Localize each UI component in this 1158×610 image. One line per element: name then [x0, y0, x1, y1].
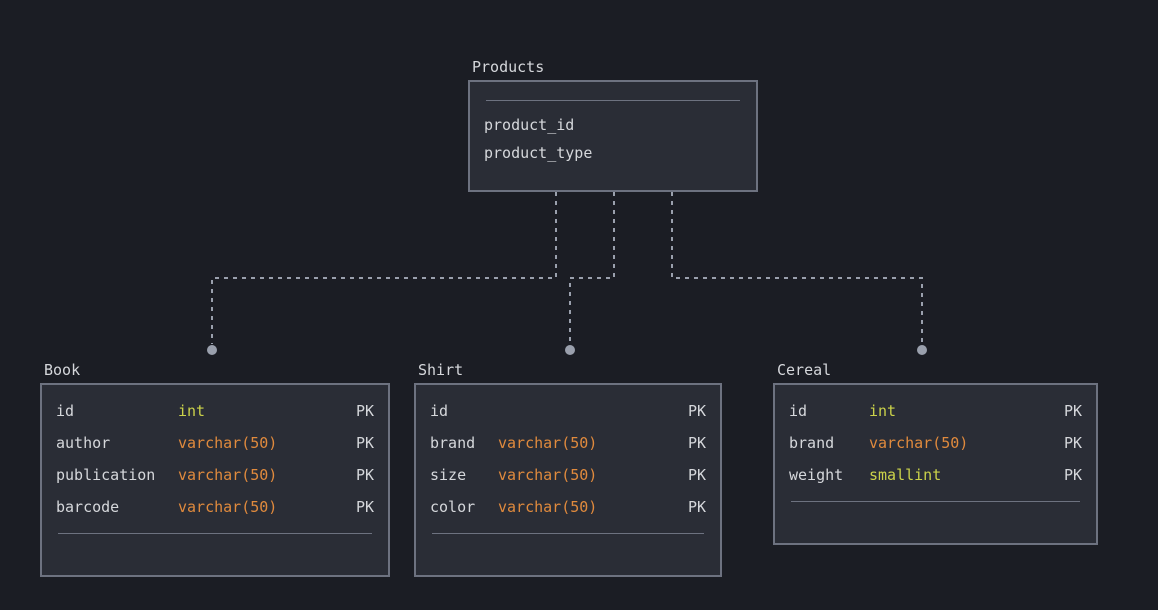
column-name: id [430, 395, 498, 427]
column-type: varchar(50) [178, 427, 356, 459]
table-row: author varchar(50) PK [56, 427, 374, 459]
column-key: PK [1064, 427, 1082, 459]
entity-title-book: Book [44, 361, 80, 379]
column-name: author [56, 427, 178, 459]
column-type: varchar(50) [178, 491, 356, 523]
column-name: brand [789, 427, 869, 459]
table-row: barcode varchar(50) PK [56, 491, 374, 523]
column-key: PK [356, 395, 374, 427]
column-name: id [789, 395, 869, 427]
column-name: product_id [484, 111, 584, 139]
column-key: PK [688, 459, 706, 491]
table-row: publication varchar(50) PK [56, 459, 374, 491]
connector-endpoint-book [207, 345, 217, 355]
column-name: product_type [484, 139, 602, 167]
table-row: id int PK [789, 395, 1082, 427]
column-key: PK [688, 491, 706, 523]
column-name: brand [430, 427, 498, 459]
entity-products: product_id product_type [468, 80, 758, 192]
table-row: product_type [484, 139, 742, 167]
divider [486, 100, 740, 101]
table-row: weight smallint PK [789, 459, 1082, 491]
column-type: varchar(50) [498, 427, 688, 459]
entity-title-products: Products [472, 58, 544, 76]
column-type: int [178, 395, 356, 427]
column-type: smallint [869, 459, 1064, 491]
entity-cereal: id int PK brand varchar(50) PK weight sm… [773, 383, 1098, 545]
table-row: color varchar(50) PK [430, 491, 706, 523]
column-key: PK [356, 427, 374, 459]
table-row: brand varchar(50) PK [430, 427, 706, 459]
table-row: size varchar(50) PK [430, 459, 706, 491]
column-type: varchar(50) [178, 459, 356, 491]
table-row: brand varchar(50) PK [789, 427, 1082, 459]
divider [791, 501, 1080, 502]
column-key: PK [1064, 395, 1082, 427]
connector-endpoint-shirt [565, 345, 575, 355]
column-key: PK [1064, 459, 1082, 491]
connector-products-cereal [672, 192, 922, 344]
column-name: id [56, 395, 178, 427]
divider [58, 533, 372, 534]
table-row: id PK [430, 395, 706, 427]
divider [432, 533, 704, 534]
connector-products-shirt [570, 192, 614, 344]
column-type: varchar(50) [498, 459, 688, 491]
column-key: PK [356, 491, 374, 523]
table-row: id int PK [56, 395, 374, 427]
column-key: PK [688, 427, 706, 459]
entity-title-cereal: Cereal [777, 361, 831, 379]
column-name: size [430, 459, 498, 491]
entity-book: id int PK author varchar(50) PK publicat… [40, 383, 390, 577]
entity-shirt: id PK brand varchar(50) PK size varchar(… [414, 383, 722, 577]
column-type: varchar(50) [869, 427, 1064, 459]
connector-products-book [212, 192, 556, 344]
column-key: PK [688, 395, 706, 427]
entity-title-shirt: Shirt [418, 361, 463, 379]
table-row: product_id [484, 111, 742, 139]
column-key: PK [356, 459, 374, 491]
column-type: varchar(50) [498, 491, 688, 523]
column-name: publication [56, 459, 178, 491]
column-type: int [869, 395, 1064, 427]
connector-endpoint-cereal [917, 345, 927, 355]
column-name: barcode [56, 491, 178, 523]
column-name: weight [789, 459, 869, 491]
column-name: color [430, 491, 498, 523]
